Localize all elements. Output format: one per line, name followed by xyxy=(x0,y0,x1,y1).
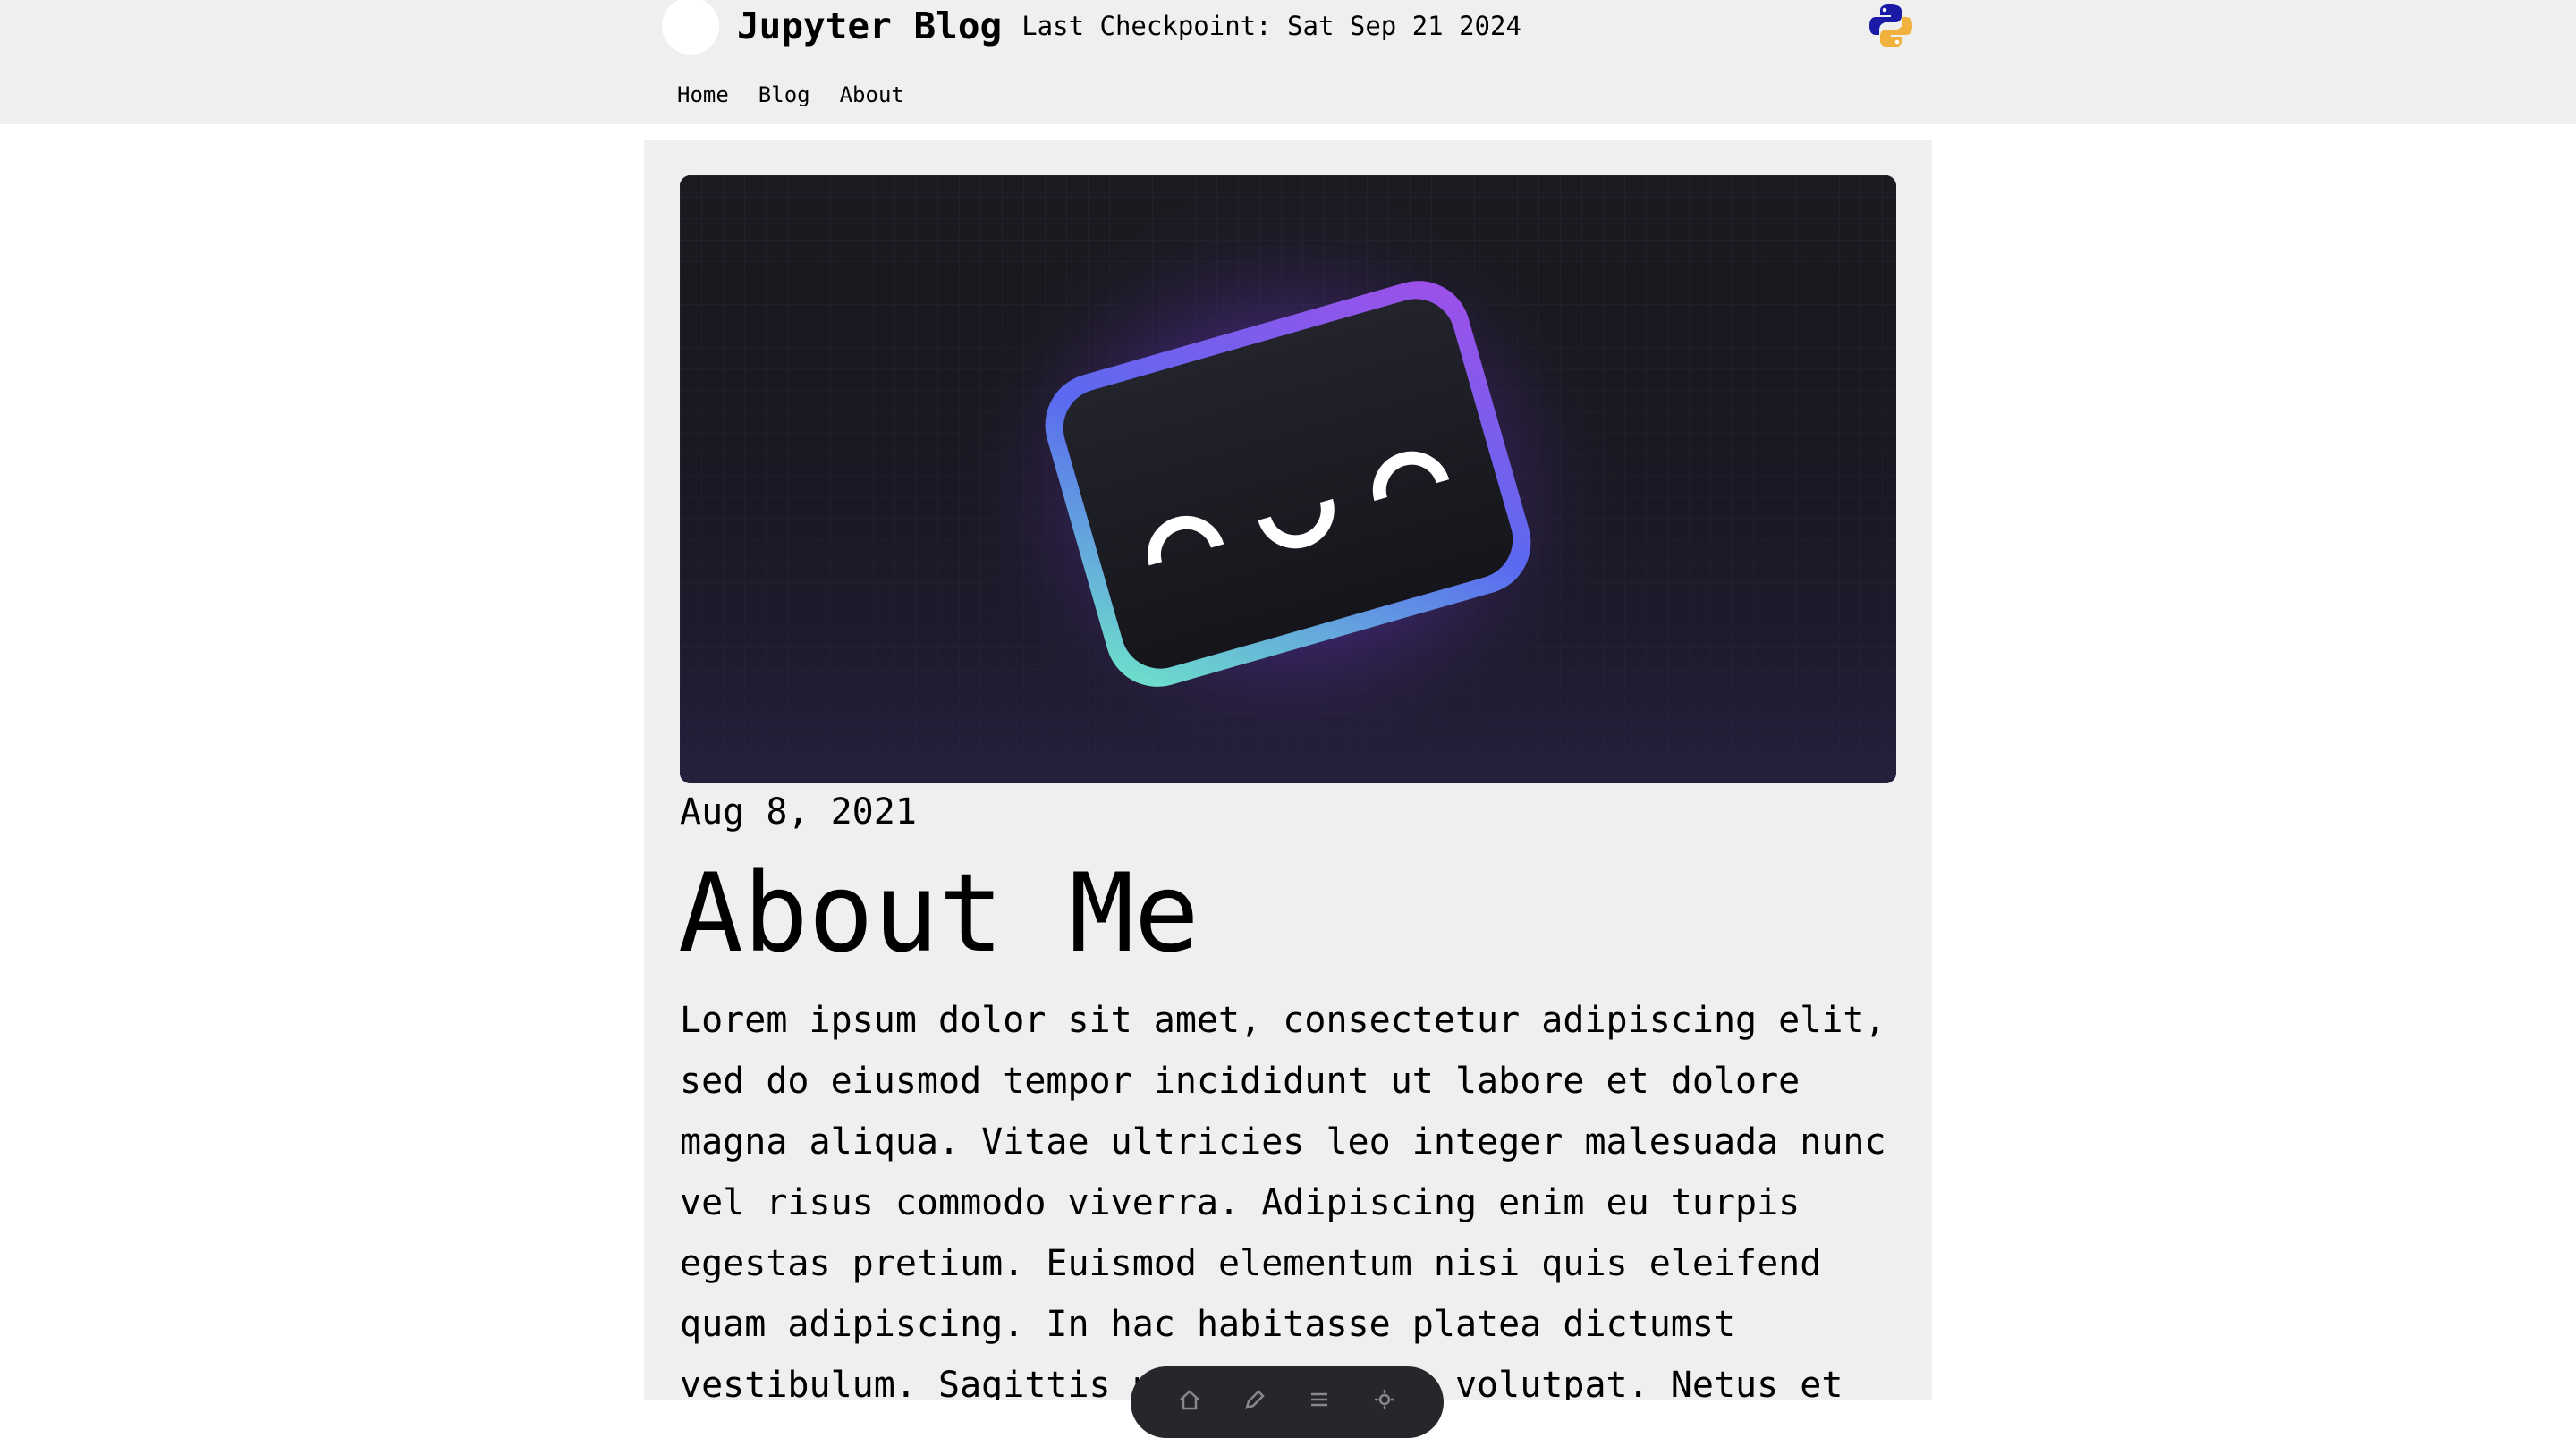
post-date: Aug 8, 2021 xyxy=(680,791,917,833)
last-checkpoint: Last Checkpoint: Sat Sep 21 2024 xyxy=(1021,11,1521,41)
nav-home-link[interactable]: Home xyxy=(677,82,729,107)
post-title: About Me xyxy=(678,850,1199,977)
hero-image xyxy=(680,175,1896,783)
post-body: Lorem ipsum dolor sit amet, consectetur … xyxy=(680,1000,1886,1400)
brand-row: Jupyter Blog Last Checkpoint: Sat Sep 21… xyxy=(662,0,1521,55)
python-logo-icon[interactable] xyxy=(1868,3,1914,49)
site-title[interactable]: Jupyter Blog xyxy=(737,4,1002,47)
nav-about-link[interactable]: About xyxy=(840,82,904,107)
home-icon[interactable] xyxy=(1178,1388,1201,1411)
nav-blog-link[interactable]: Blog xyxy=(758,82,810,107)
main-nav: Home Blog About xyxy=(677,82,904,107)
settings-icon[interactable] xyxy=(1373,1388,1396,1411)
edit-icon[interactable] xyxy=(1243,1388,1267,1411)
article: Aug 8, 2021 About Me Lorem ipsum dolor s… xyxy=(644,140,1932,1400)
list-icon[interactable] xyxy=(1308,1388,1331,1411)
site-header: Jupyter Blog Last Checkpoint: Sat Sep 21… xyxy=(0,0,2576,124)
avatar[interactable] xyxy=(662,0,719,55)
floating-toolbar xyxy=(1131,1366,1444,1438)
